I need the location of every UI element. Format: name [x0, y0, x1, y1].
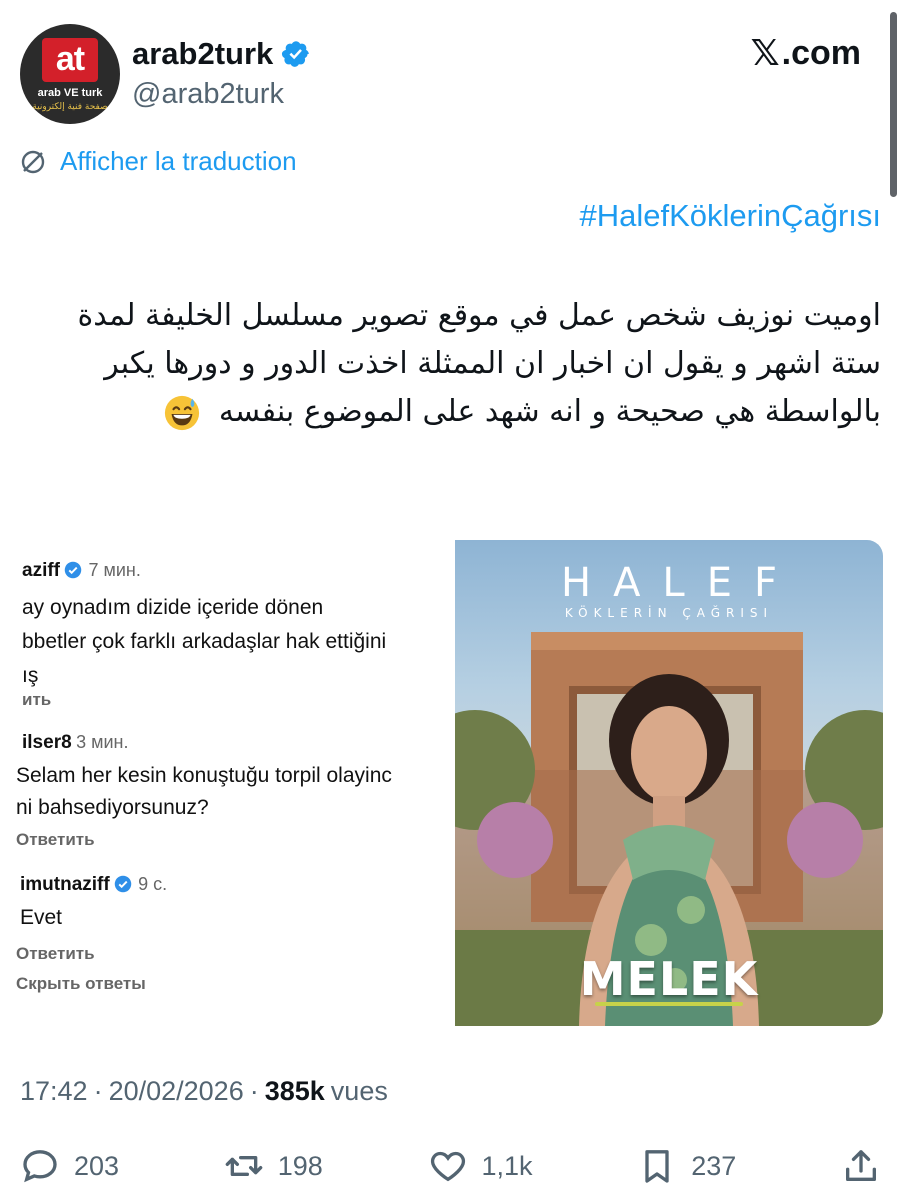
comment-2-header: ilser8 3 мин.: [22, 732, 129, 754]
heart-icon: [430, 1151, 465, 1182]
show-translation-label[interactable]: Afficher la traduction: [60, 146, 297, 177]
avatar-logo-tagline: صفحة فنية إلكترونية: [32, 102, 108, 112]
repost-button[interactable]: 198: [224, 1146, 323, 1186]
views-label: vues: [330, 1076, 388, 1106]
comment-3-line-1: Evet: [20, 906, 63, 929]
share-icon: [845, 1150, 876, 1181]
comment-1-header: aziff 7 мин.: [22, 560, 141, 582]
comment-1-line-1: ay oynadım dizide içeride dönen: [22, 596, 324, 619]
repost-count: 198: [277, 1150, 323, 1181]
comment-1-reply: ить: [22, 690, 52, 709]
comment-2-line-2: ni bahsediyorsunuz?: [16, 796, 209, 819]
bookmark-count: 237: [691, 1150, 737, 1181]
avatar[interactable]: at arab VE turk صفحة فنية إلكترونية: [20, 24, 120, 124]
poster-title: HALEF: [560, 560, 799, 606]
comment-2-line-1: Selam her kesin konuştuğu torpil olayinc: [16, 764, 392, 787]
tweet-text: اوميت نوزيف شخص عمل في موقع تصوير مسلسل …: [21, 292, 881, 436]
avatar-logo-name: arab VE turk: [37, 87, 103, 99]
tweet-meta: 17:42 · 20/02/2026 · 385k vues: [20, 1076, 388, 1107]
grinning-sweat-emoji-icon: [165, 395, 200, 430]
meta-separator: ·: [93, 1076, 103, 1106]
action-bar: 203 198 1,1k 237: [20, 1142, 881, 1190]
reply-button[interactable]: 203: [20, 1146, 119, 1186]
avatar-logo-letters: at: [42, 38, 98, 82]
like-button[interactable]: 1,1k: [428, 1146, 533, 1186]
display-name[interactable]: arab2turk: [132, 36, 273, 72]
verified-badge-icon: [64, 561, 82, 579]
tweet-time[interactable]: 17:42: [20, 1076, 88, 1107]
comment-1-line-2: bbetler çok farklı arkadaşlar hak ettiği…: [22, 630, 387, 653]
views-count: 385k: [264, 1076, 325, 1106]
comment-3-time: 9 с.: [138, 874, 168, 894]
comment-2-reply: Ответить: [16, 830, 95, 849]
reply-count: 203: [74, 1150, 120, 1181]
tweet-date[interactable]: 20/02/2026: [109, 1076, 244, 1107]
scrollbar[interactable]: [890, 12, 897, 197]
comment-2-username: ilser8: [22, 732, 72, 753]
verified-badge-icon: [114, 875, 131, 893]
comment-1-line-3: ış: [22, 664, 39, 687]
meta-separator: ·: [249, 1076, 259, 1106]
comment-3-hide-replies: Скрыть ответы: [16, 974, 146, 993]
comment-3-header: imutnaziff 9 с.: [20, 874, 167, 896]
bookmark-button[interactable]: 237: [637, 1146, 736, 1186]
reply-icon: [23, 1150, 57, 1183]
comment-2-time: 3 мин.: [76, 732, 129, 752]
translate-icon: [21, 150, 45, 173]
x-com-logo: 𝕏 .com: [751, 32, 861, 74]
poster-subtitle: KÖKLERİN ÇAĞRISI: [564, 606, 774, 620]
show-translation-link[interactable]: Afficher la traduction: [20, 146, 297, 177]
poster-character-name: MELEK: [579, 952, 759, 1006]
like-count: 1,1k: [481, 1150, 533, 1181]
media-image-poster[interactable]: HALEF KÖKLERİN ÇAĞRISI MELEK: [455, 540, 883, 1026]
comment-1-username: aziff: [22, 560, 60, 581]
share-button[interactable]: [841, 1146, 881, 1186]
poster-name-underline: [595, 1002, 743, 1006]
x-logo-icon: 𝕏: [750, 32, 780, 73]
author-name-row[interactable]: arab2turk: [132, 32, 311, 76]
verified-badge-icon: [282, 41, 310, 67]
comment-3-reply: Ответить: [16, 944, 95, 963]
handle[interactable]: @arab2turk: [132, 78, 284, 111]
site-domain: .com: [781, 33, 861, 72]
bookmark-icon: [645, 1150, 669, 1183]
hashtag-link[interactable]: #HalefKöklerinÇağrısı: [579, 198, 881, 234]
media-image-comments[interactable]: aziff 7 мин. ay oynadım dizide içeride d…: [0, 540, 452, 1026]
comment-1-time: 7 мин.: [88, 560, 141, 580]
repost-icon: [225, 1156, 263, 1176]
comment-3-username: imutnaziff: [20, 874, 110, 895]
